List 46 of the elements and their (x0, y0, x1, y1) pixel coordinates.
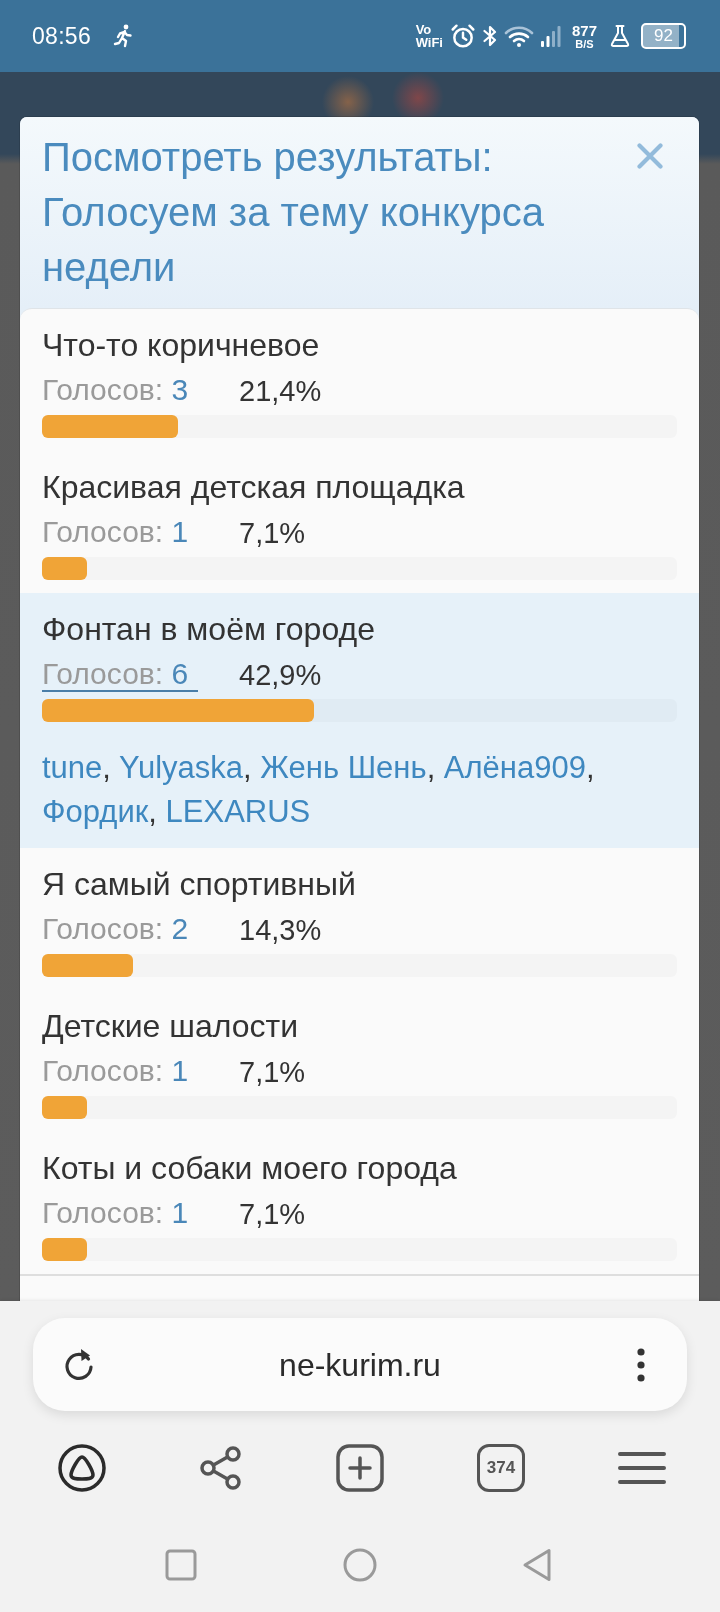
network-speed-value: 877 (571, 22, 597, 38)
menu-icon[interactable] (618, 1451, 666, 1485)
votes-link[interactable]: Голосов: 1 (42, 1197, 189, 1231)
more-icon[interactable] (636, 1347, 646, 1382)
percent-text: 7,1% (239, 517, 307, 549)
vowifi-label: Vo WiFi (415, 23, 443, 49)
votes-link[interactable]: Голосов: 3 (42, 374, 189, 408)
percent-text: 7,1% (239, 1056, 307, 1088)
address-bar[interactable]: ne-kurim.ru (33, 1318, 687, 1411)
voter-link[interactable]: Жень Шень (260, 750, 427, 785)
voter-link[interactable]: Алёна909 (443, 750, 586, 785)
option-title: Что-то коричневое (42, 327, 321, 363)
option-title: Детские шалости (42, 1008, 300, 1044)
option-title: Коты и собаки моего города (42, 1150, 458, 1186)
wifi-icon (503, 24, 534, 48)
percent-text: 14,3% (239, 914, 323, 946)
voter-link[interactable]: Фордик (42, 794, 149, 829)
voter-link[interactable]: LEXARUS (165, 794, 311, 829)
signal-icon (540, 24, 561, 48)
url-text[interactable]: ne-kurim.ru (279, 1345, 441, 1384)
votes-link[interactable]: Голосов: 1 (42, 516, 189, 550)
percent-text: 7,1% (239, 1198, 307, 1230)
voters-list: tune, Yulyaska, Жень Шень, Алёна909, Фордик, LEXARUS (42, 746, 677, 834)
option-title: Я самый спортивный (42, 866, 357, 902)
option-title: Фонтан в моём городе (42, 611, 376, 647)
clock-time: 08:56 (32, 22, 92, 50)
reload-icon[interactable] (62, 1346, 96, 1383)
votes-link[interactable]: Голосов: 2 (42, 913, 189, 947)
triangle-in-circle-icon[interactable] (58, 1444, 106, 1492)
tab-count-button[interactable]: 374 (477, 1444, 525, 1492)
votes-link[interactable]: Голосов: 6 (42, 658, 199, 692)
flask-icon (610, 24, 630, 48)
option-title: Красивая детская площадка (42, 469, 466, 505)
dialog-title: Посмотреть результаты: Голосуем за тему конкурса недели (42, 134, 545, 291)
percent-text: 42,9% (239, 659, 323, 691)
plus-square-icon[interactable] (336, 1444, 384, 1492)
votes-link[interactable]: Голосов: 1 (42, 1055, 189, 1089)
share-icon[interactable] (199, 1445, 243, 1491)
percent-text: 21,4% (239, 375, 323, 407)
bluetooth-icon (482, 24, 497, 48)
voter-link[interactable]: tune (42, 750, 103, 785)
network-speed-unit: B/S (575, 37, 594, 50)
voter-link[interactable]: Yulyaska (119, 750, 244, 785)
alarm-clock-icon (449, 23, 476, 49)
running-person-icon (113, 24, 134, 48)
battery-indicator: 92 (641, 23, 686, 49)
